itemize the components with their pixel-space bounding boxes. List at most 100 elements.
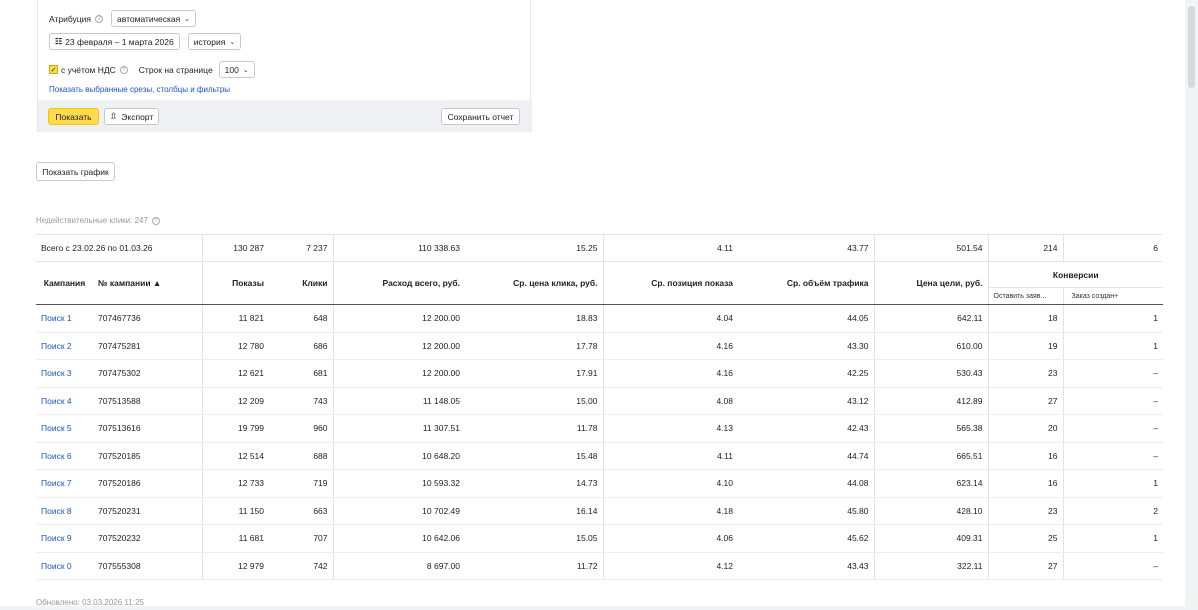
rows-per-page-select[interactable]: 100 ⌄: [218, 61, 255, 78]
table-row: Поиск 1 707467736 11 821 648 12 200.00 1…: [36, 304, 1163, 333]
page: Атрибуция ? автоматическая ⌄ ☷ 23 феврал…: [0, 0, 1185, 607]
traffic: 44.08: [738, 469, 875, 498]
goal-price: 565.38: [874, 414, 989, 443]
conv2: –: [1063, 442, 1163, 470]
show-slices-link[interactable]: Показать выбранные срезы, столбцы и филь…: [49, 85, 230, 94]
clicks: 707: [269, 524, 334, 553]
campaign-link[interactable]: Поиск 6: [41, 451, 72, 461]
cpc: 16.14: [465, 497, 604, 525]
clicks: 688: [269, 442, 334, 470]
goal-price: 642.11: [874, 304, 989, 333]
col-conv1[interactable]: Оставить заяв...: [988, 287, 1064, 305]
cost: 10 642.06: [333, 524, 465, 553]
position: 4.10: [603, 469, 738, 498]
cpc: 15.05: [465, 524, 604, 553]
traffic: 44.05: [738, 304, 875, 333]
traffic: 43.30: [738, 332, 875, 360]
help-icon[interactable]: ?: [119, 65, 128, 74]
campaign-link[interactable]: Поиск 3: [41, 368, 72, 378]
impressions: 12 780: [202, 332, 269, 360]
table-row: Поиск 0 707555308 12 979 742 8 697.00 11…: [36, 552, 1163, 580]
show-report-button[interactable]: Показать: [48, 108, 99, 125]
campaign-link[interactable]: Поиск 0: [41, 561, 72, 571]
export-button[interactable]: ⇫ Экспорт: [104, 108, 159, 125]
total-label: Всего с 23.02.26 по 01.03.26: [36, 234, 202, 262]
conv1: 16: [988, 442, 1064, 470]
campaign-link[interactable]: Поиск 5: [41, 423, 72, 433]
total-clicks: 7 237: [269, 234, 334, 262]
traffic: 44.74: [738, 442, 875, 470]
cost: 12 200.00: [333, 359, 465, 388]
col-traffic[interactable]: Ср. объём трафика: [738, 261, 875, 305]
col-cost[interactable]: Расход всего, руб.: [333, 261, 465, 305]
slices-row: Показать выбранные срезы, столбцы и филь…: [49, 85, 230, 94]
col-conversions[interactable]: Конверсии: [988, 261, 1163, 288]
position: 4.04: [603, 304, 738, 333]
col-clicks[interactable]: Клики: [269, 261, 334, 305]
col-campaign-id[interactable]: № кампании ▲: [93, 261, 203, 305]
stats-table: Всего с 23.02.26 по 01.03.26 130 287 7 2…: [36, 234, 1163, 580]
campaign-link[interactable]: Поиск 7: [41, 478, 72, 488]
conv1: 27: [988, 552, 1064, 580]
traffic: 42.43: [738, 414, 875, 443]
history-select[interactable]: история ⌄: [187, 33, 242, 50]
campaign-id: 707475281: [93, 332, 203, 360]
campaign-id: 707513588: [93, 387, 203, 415]
campaign-id: 707520231: [93, 497, 203, 525]
options-row: ✓ с учётом НДС ? Строк на странице 100 ⌄: [49, 61, 255, 78]
col-impressions[interactable]: Показы: [202, 261, 269, 305]
date-range-value: 23 февраля – 1 марта 2026: [65, 36, 174, 47]
conv2: 2: [1063, 497, 1163, 525]
col-goal-price[interactable]: Цена цели, руб.: [874, 261, 989, 305]
help-icon[interactable]: ?: [95, 14, 104, 23]
goal-price: 665.51: [874, 442, 989, 470]
attribution-value: автоматическая: [117, 13, 181, 24]
campaign-link[interactable]: Поиск 1: [41, 313, 72, 323]
help-icon[interactable]: ?: [151, 216, 160, 225]
chevron-down-icon: ⌄: [229, 38, 236, 46]
vat-checkbox[interactable]: ✓: [49, 65, 58, 74]
position: 4.11: [603, 442, 738, 470]
chevron-down-icon: ⌄: [184, 15, 191, 23]
campaign-link[interactable]: Поиск 9: [41, 533, 72, 543]
goal-price: 409.31: [874, 524, 989, 553]
col-cpc[interactable]: Ср. цена клика, руб.: [465, 261, 604, 305]
data-rows: Поиск 1 707467736 11 821 648 12 200.00 1…: [36, 304, 1163, 580]
cpc: 17.91: [465, 359, 604, 388]
impressions: 11 150: [202, 497, 269, 525]
cpc: 18.83: [465, 304, 604, 333]
campaign-link[interactable]: Поиск 2: [41, 341, 72, 351]
show-chart-button[interactable]: Показать график: [36, 162, 115, 181]
campaign-link[interactable]: Поиск 4: [41, 396, 72, 406]
scrollbar-thumb[interactable]: [1188, 6, 1195, 88]
table-row: Поиск 5 707513616 19 799 960 11 307.51 1…: [36, 414, 1163, 443]
clicks: 681: [269, 359, 334, 388]
save-report-button[interactable]: Сохранить отчет: [441, 108, 520, 125]
conv1: 23: [988, 359, 1064, 388]
rows-per-page-label: Строк на странице: [138, 64, 213, 75]
scrollbar[interactable]: [1185, 0, 1198, 610]
conv2: 1: [1063, 304, 1163, 333]
col-position[interactable]: Ср. позиция показа: [603, 261, 738, 305]
conv2: –: [1063, 387, 1163, 415]
table-row: Поиск 2 707475281 12 780 686 12 200.00 1…: [36, 332, 1163, 360]
col-campaign[interactable]: Кампания: [36, 261, 93, 305]
table-row: Поиск 3 707475302 12 621 681 12 200.00 1…: [36, 359, 1163, 388]
traffic: 45.80: [738, 497, 875, 525]
traffic: 43.12: [738, 387, 875, 415]
cost: 12 200.00: [333, 332, 465, 360]
impressions: 12 733: [202, 469, 269, 498]
date-row: ☷ 23 февраля – 1 марта 2026 история ⌄: [49, 33, 242, 50]
campaign-link[interactable]: Поиск 8: [41, 506, 72, 516]
table-row: Поиск 8 707520231 11 150 663 10 702.49 1…: [36, 497, 1163, 525]
attribution-select[interactable]: автоматическая ⌄: [111, 10, 197, 27]
cost: 8 697.00: [333, 552, 465, 580]
total-row: Всего с 23.02.26 по 01.03.26 130 287 7 2…: [36, 234, 1163, 262]
position: 4.16: [603, 332, 738, 360]
date-range-button[interactable]: ☷ 23 февраля – 1 марта 2026: [49, 33, 180, 50]
cpc: 15.48: [465, 442, 604, 470]
export-icon: ⇫: [109, 111, 118, 121]
col-conv2[interactable]: Заказ создан+: [1063, 287, 1163, 305]
filter-footer: Показать ⇫ Экспорт Сохранить отчет: [38, 100, 532, 132]
clicks: 686: [269, 332, 334, 360]
